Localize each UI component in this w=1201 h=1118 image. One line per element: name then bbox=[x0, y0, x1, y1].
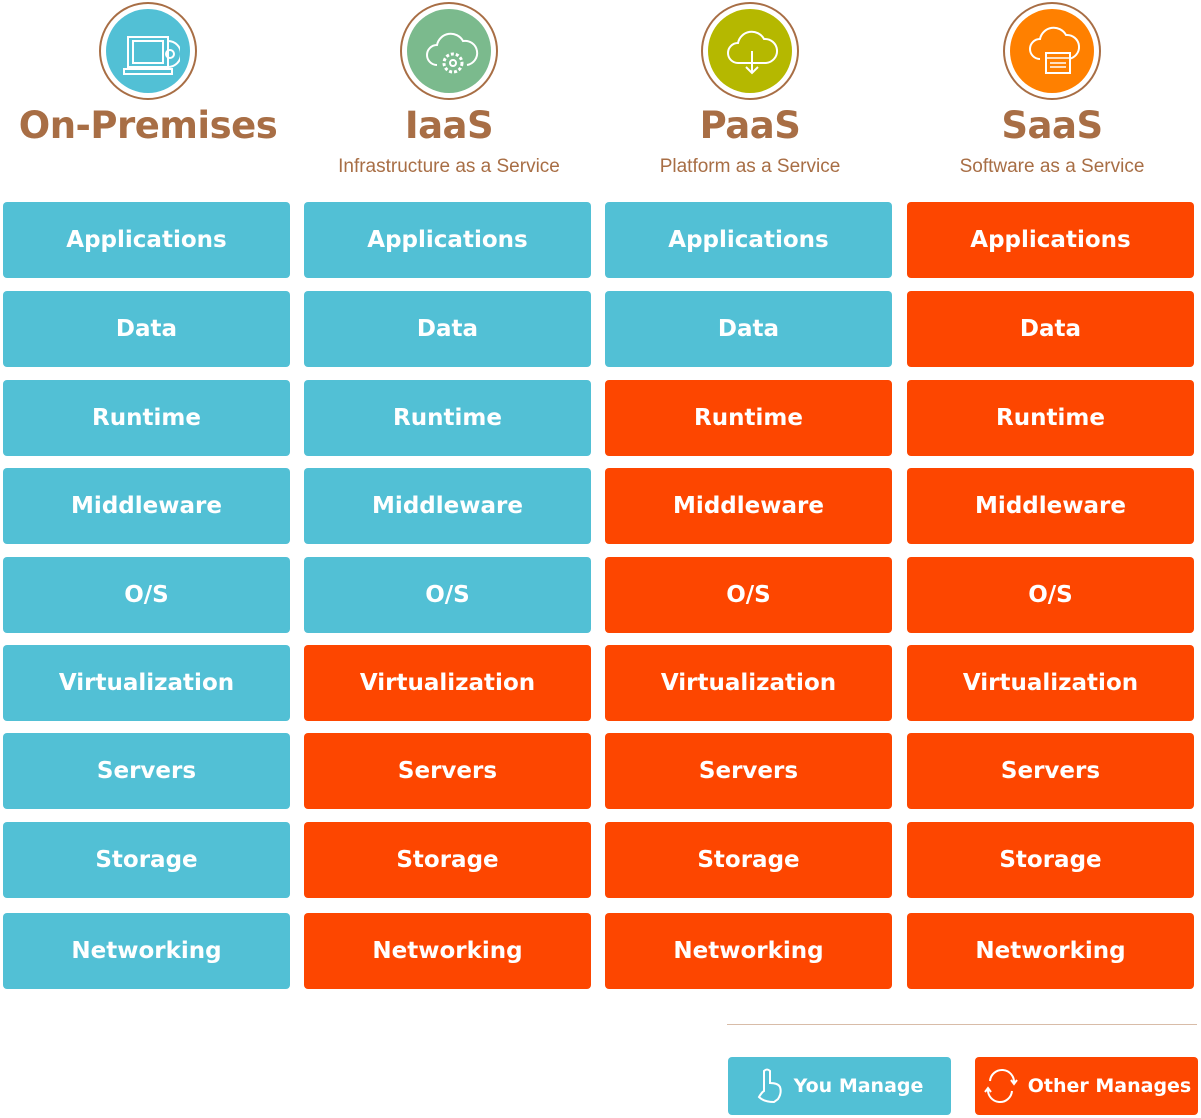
layer-servers: Servers bbox=[3, 733, 290, 809]
cloud-browser-icon-badge bbox=[1003, 2, 1101, 100]
layer-storage: Storage bbox=[3, 822, 290, 898]
column-title: SaaS bbox=[1001, 104, 1103, 147]
hand-pointer-icon bbox=[757, 1068, 782, 1104]
layer-os: O/S bbox=[605, 557, 892, 633]
cloud-gear-icon-badge bbox=[400, 2, 498, 100]
column-iaas: IaaS Infrastructure as a Service Applicat… bbox=[304, 0, 594, 1000]
layer-virtualization: Virtualization bbox=[3, 645, 290, 721]
legend-other-manages-label: Other Manages bbox=[1027, 1075, 1192, 1097]
column-title: PaaS bbox=[699, 104, 801, 147]
layer-storage: Storage bbox=[304, 822, 591, 898]
layer-networking: Networking bbox=[907, 913, 1194, 989]
laptop-disc-icon-badge bbox=[99, 2, 197, 100]
column-paas: PaaS Platform as a Service Applications Da… bbox=[605, 0, 895, 1000]
column-title: IaaS bbox=[404, 104, 494, 147]
layer-storage: Storage bbox=[605, 822, 892, 898]
cloud-download-icon-badge bbox=[701, 2, 799, 100]
layer-middleware: Middleware bbox=[907, 468, 1194, 544]
layer-applications: Applications bbox=[3, 202, 290, 278]
legend-you-manage: You Manage bbox=[728, 1057, 951, 1115]
layer-networking: Networking bbox=[3, 913, 290, 989]
layer-applications: Applications bbox=[907, 202, 1194, 278]
legend-you-manage-label: You Manage bbox=[793, 1075, 924, 1097]
layer-os: O/S bbox=[3, 557, 290, 633]
cloud-download-icon bbox=[727, 30, 778, 75]
layer-middleware: Middleware bbox=[304, 468, 591, 544]
layer-runtime: Runtime bbox=[304, 380, 591, 456]
layer-virtualization: Virtualization bbox=[907, 645, 1194, 721]
layer-middleware: Middleware bbox=[605, 468, 892, 544]
layer-storage: Storage bbox=[907, 822, 1194, 898]
layer-servers: Servers bbox=[605, 733, 892, 809]
layer-data: Data bbox=[304, 291, 591, 367]
legend-divider bbox=[727, 1024, 1197, 1025]
column-saas: SaaS Software as a Service Applications Da… bbox=[907, 0, 1197, 1000]
layer-runtime: Runtime bbox=[907, 380, 1194, 456]
layer-applications: Applications bbox=[304, 202, 591, 278]
layer-networking: Networking bbox=[605, 913, 892, 989]
column-subtitle: Software as a Service bbox=[959, 156, 1145, 177]
refresh-cycle-icon bbox=[983, 1069, 1018, 1103]
layer-data: Data bbox=[605, 291, 892, 367]
layer-servers: Servers bbox=[304, 733, 591, 809]
layer-networking: Networking bbox=[304, 913, 591, 989]
legend-other-manages: Other Manages bbox=[975, 1057, 1198, 1115]
column-subtitle: Infrastructure as a Service bbox=[338, 156, 560, 177]
laptop-disc-icon bbox=[123, 36, 180, 75]
layer-virtualization: Virtualization bbox=[605, 645, 892, 721]
layer-data: Data bbox=[907, 291, 1194, 367]
layer-runtime: Runtime bbox=[605, 380, 892, 456]
layer-applications: Applications bbox=[605, 202, 892, 278]
column-on-premises: On-Premises Applications Data Runtime Middl… bbox=[3, 0, 293, 1000]
column-subtitle: Platform as a Service bbox=[659, 156, 841, 177]
layer-os: O/S bbox=[907, 557, 1194, 633]
layer-servers: Servers bbox=[907, 733, 1194, 809]
column-title: On-Premises bbox=[18, 104, 278, 147]
cloud-browser-icon bbox=[1029, 26, 1080, 74]
cloud-gear-icon bbox=[426, 32, 479, 74]
layer-os: O/S bbox=[304, 557, 591, 633]
layer-data: Data bbox=[3, 291, 290, 367]
layer-middleware: Middleware bbox=[3, 468, 290, 544]
layer-virtualization: Virtualization bbox=[304, 645, 591, 721]
layer-runtime: Runtime bbox=[3, 380, 290, 456]
